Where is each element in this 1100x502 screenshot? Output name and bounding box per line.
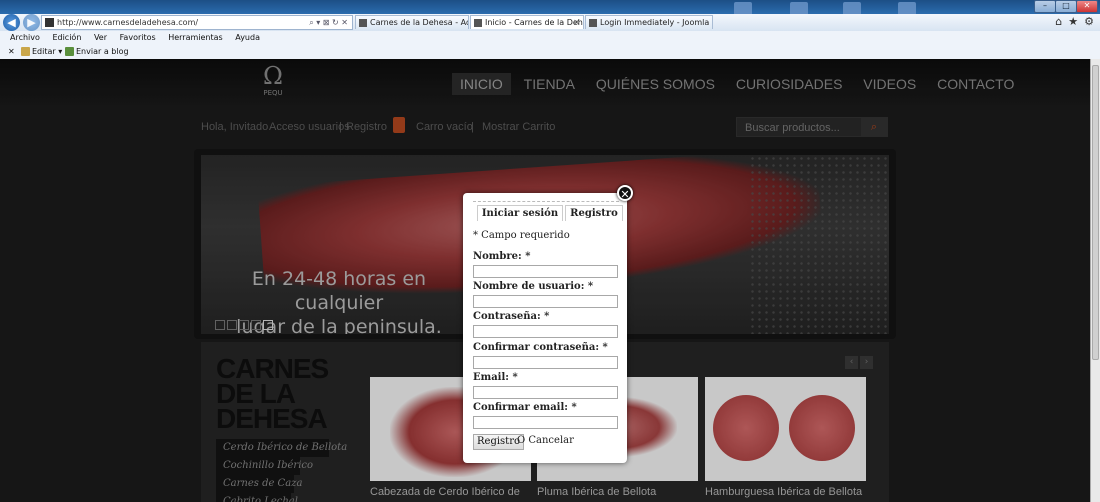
close-icon[interactable]: ✕ [617,185,633,201]
blog-icon [65,47,74,56]
menu-favoritos[interactable]: Favoritos [120,33,156,42]
blog-label: Enviar a blog [76,47,129,56]
modal-tabs: Iniciar sesión Registro [473,201,623,221]
menu-herramientas[interactable]: Herramientas [168,33,223,42]
browser-right-icons: ⌂ ★ ⚙ [1049,15,1094,28]
address-url: http://www.carnesdeladehesa.com/ [57,18,199,27]
confirm-password-field[interactable] [473,356,618,369]
tab-iniciar-sesion[interactable]: Iniciar sesión [477,205,563,221]
back-icon[interactable]: ◀ [3,14,20,31]
email-label: Email: * [473,372,518,383]
menu-ver[interactable]: Ver [94,33,107,42]
tab-favicon-icon [359,19,367,27]
username-field[interactable] [473,295,618,308]
tab-close-icon[interactable]: ✕ [573,16,580,29]
tools-gear-icon[interactable]: ⚙ [1084,15,1094,28]
menu-ayuda[interactable]: Ayuda [235,33,260,42]
address-bar[interactable]: http://www.carnesdeladehesa.com/ ⌕ ▾ ⊠ ↻… [41,15,353,30]
window-close-button[interactable]: ✕ [1076,0,1098,13]
username-label: Nombre de usuario: * [473,281,594,292]
tab-favicon-icon [589,19,597,27]
menu-edicion[interactable]: Edición [52,33,81,42]
site-favicon-icon [45,18,54,27]
password-label: Contraseña: * [473,311,550,322]
favorites-star-icon[interactable]: ★ [1068,15,1078,28]
password-field[interactable] [473,325,618,338]
blog-command[interactable]: Enviar a blog [65,44,129,59]
tab-label: Inicio - Carnes de la Dehesa [485,18,583,27]
registration-modal: Iniciar sesión Registro * Campo requerid… [463,193,627,463]
home-icon[interactable]: ⌂ [1055,15,1062,28]
window-titlebar: – □ ✕ [0,0,1100,16]
tab-label: Carnes de la Dehesa - Adminis... [370,18,468,27]
navigation-row: ◀ ▶ http://www.carnesdeladehesa.com/ ⌕ ▾… [0,14,1100,31]
command-bar: ✕ Editar ▾ Enviar a blog [0,44,1100,60]
required-note: * Campo requerido [473,230,570,241]
confirm-email-field[interactable] [473,416,618,429]
forward-icon[interactable]: ▶ [23,14,40,31]
email-field[interactable] [473,386,618,399]
browser-chrome: – □ ✕ ◀ ▶ http://www.carnesdeladehesa.co… [0,0,1100,60]
tab-inicio[interactable]: Inicio - Carnes de la Dehesa ✕ [470,15,584,29]
address-actions-icon[interactable]: ⌕ ▾ ⊠ ↻ ✕ [309,16,348,29]
minimize-button[interactable]: – [1034,0,1056,13]
close-bar-icon[interactable]: ✕ [8,44,15,59]
cancel-link[interactable]: O Cancelar [517,435,574,446]
edit-command[interactable]: Editar ▾ [21,44,62,59]
tab-favicon-icon [474,19,482,27]
tab-label: Login Immediately - Joomla Ex... [600,18,712,27]
scrollbar-thumb[interactable] [1092,65,1099,360]
page-scrollbar[interactable] [1090,59,1100,502]
menu-archivo[interactable]: Archivo [10,33,40,42]
confirm-password-label: Confirmar contraseña: * [473,342,608,353]
tab-registro[interactable]: Registro [565,205,623,221]
menu-bar: Archivo Edición Ver Favoritos Herramient… [0,31,1100,44]
edit-icon [21,47,30,56]
edit-label: Editar [32,47,56,56]
tab-login[interactable]: Login Immediately - Joomla Ex... [585,15,713,29]
confirm-email-label: Confirmar email: * [473,402,577,413]
name-label: Nombre: * [473,251,531,262]
name-field[interactable] [473,265,618,278]
tab-admin[interactable]: Carnes de la Dehesa - Adminis... [355,15,469,29]
maximize-button[interactable]: □ [1055,0,1077,13]
